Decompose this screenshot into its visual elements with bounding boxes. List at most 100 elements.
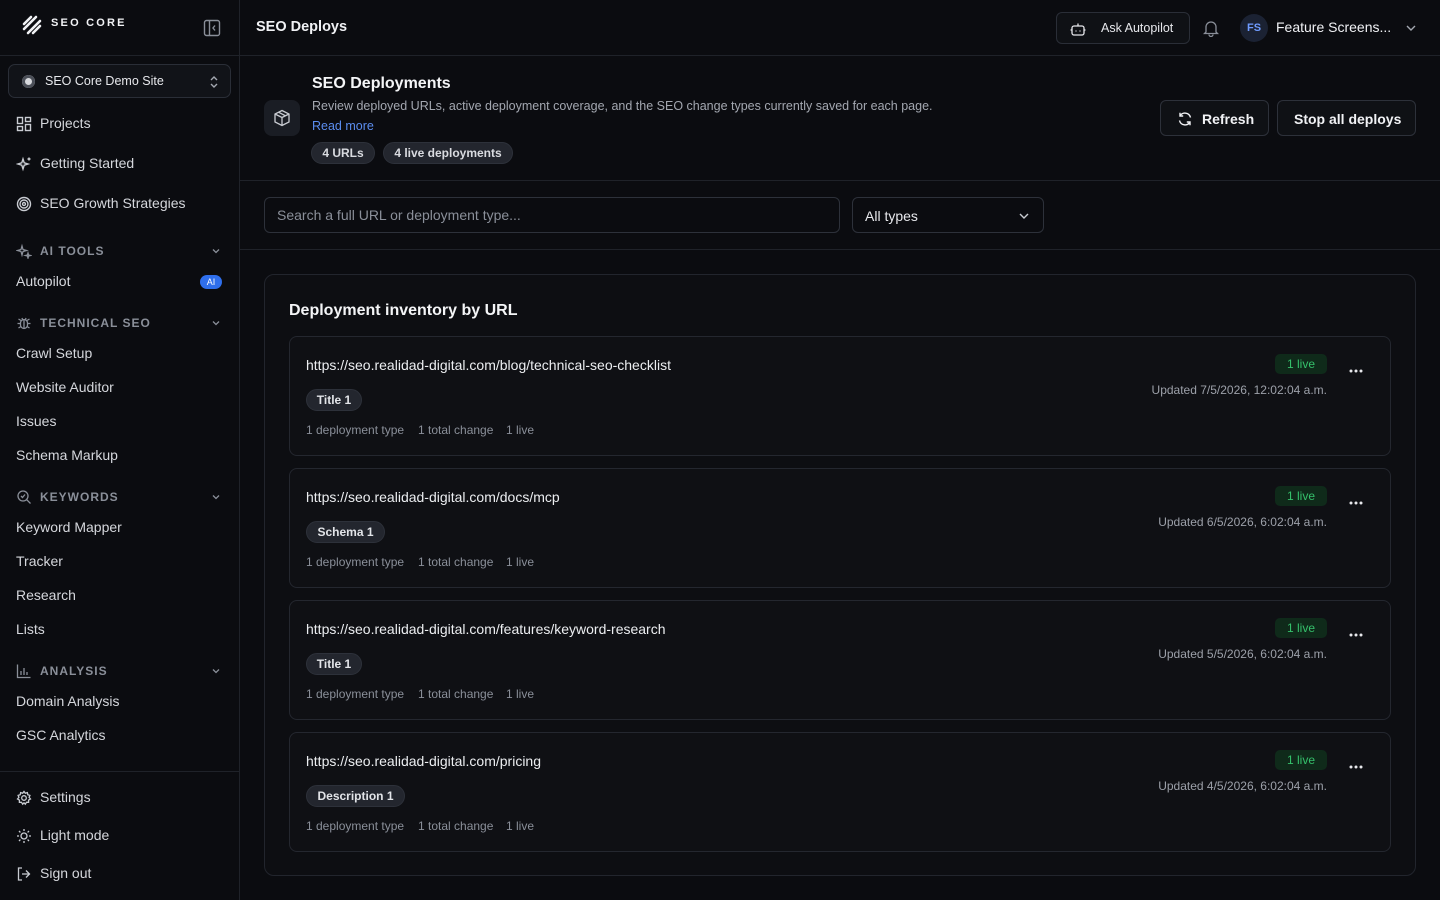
site-selector[interactable]: SEO Core Demo Site <box>8 64 231 98</box>
package-glyph <box>274 109 290 127</box>
search-field[interactable] <box>264 197 840 233</box>
section-technical-seo[interactable]: TECHNICAL SEO <box>0 312 239 334</box>
live-status-badge: 1 live <box>1275 354 1327 374</box>
filter-bar: All types <box>240 181 1440 250</box>
deployment-row[interactable]: https://seo.realidad-digital.com/pricing… <box>289 732 1391 852</box>
updated-timestamp: Updated 7/5/2026, 12:02:04 a.m. <box>1151 383 1327 397</box>
more-options-icon[interactable] <box>1342 494 1370 512</box>
stop-all-deploys-button[interactable]: Stop all deploys <box>1277 100 1416 136</box>
type-filter-value: All types <box>865 208 918 224</box>
sidebar-item-keyword-mapper[interactable]: Keyword Mapper <box>0 511 239 545</box>
chevron-down-icon <box>212 249 220 254</box>
live-status-badge: 1 live <box>1275 486 1327 506</box>
sidebar-item-autopilot[interactable]: Autopilot AI <box>0 265 239 299</box>
search-input[interactable] <box>265 198 839 232</box>
sidebar-item-label: Tracker <box>16 553 63 569</box>
page-title: SEO Deploys <box>256 19 348 35</box>
section-title: KEYWORDS <box>40 490 119 504</box>
package-icon <box>264 100 300 136</box>
deployment-row[interactable]: https://seo.realidad-digital.com/feature… <box>289 600 1391 720</box>
type-filter-select[interactable]: All types <box>852 197 1044 233</box>
deployment-url[interactable]: https://seo.realidad-digital.com/blog/te… <box>306 357 671 373</box>
live-deployments-pill: 4 live deployments <box>383 142 513 164</box>
deployment-type-count: 1 deployment type <box>306 555 405 569</box>
refresh-button[interactable]: Refresh <box>1160 100 1269 136</box>
section-ai-tools[interactable]: AI TOOLS <box>0 240 239 262</box>
site-selector-value: SEO Core Demo Site <box>45 74 164 88</box>
live-count: 1 live <box>506 687 535 701</box>
sidebar-item-label: Crawl Setup <box>16 345 93 361</box>
deployment-type-tag: Title 1 <box>306 653 362 675</box>
sidebar-item-issues[interactable]: Issues <box>0 405 239 439</box>
sidebar-item-domain-analysis[interactable]: Domain Analysis <box>0 685 239 719</box>
updated-timestamp: Updated 5/5/2026, 6:02:04 a.m. <box>1158 647 1327 661</box>
refresh-icon <box>1178 112 1192 126</box>
chevron-up-down-icon <box>210 76 218 88</box>
sidebar-item-label: SEO Growth Strategies <box>40 195 186 211</box>
brand-name: SEO CORE <box>51 17 127 29</box>
deployment-inventory: Deployment inventory by URL https://seo.… <box>264 274 1416 876</box>
updated-timestamp: Updated 6/5/2026, 6:02:04 a.m. <box>1158 515 1327 529</box>
more-options-icon[interactable] <box>1342 758 1370 776</box>
more-options-icon[interactable] <box>1342 362 1370 380</box>
deployment-row[interactable]: https://seo.realidad-digital.com/blog/te… <box>289 336 1391 456</box>
ai-badge: AI <box>200 275 222 289</box>
robot-icon <box>1070 23 1086 36</box>
more-options-icon[interactable] <box>1342 626 1370 644</box>
header-description: Review deployed URLs, active deployment … <box>312 99 933 113</box>
live-status-badge: 1 live <box>1275 750 1327 770</box>
deployment-type-count: 1 deployment type <box>306 819 405 833</box>
grid-icon <box>16 116 32 132</box>
sidebar-item-gsc-analytics[interactable]: GSC Analytics <box>0 719 239 753</box>
user-name[interactable]: Feature Screens... <box>1276 19 1391 35</box>
sidebar-item-crawl-setup[interactable]: Crawl Setup <box>0 337 239 371</box>
brand: SEO CORE <box>0 0 239 56</box>
top-bar: SEO Deploys Ask Autopilot FS Feature Scr… <box>240 0 1440 56</box>
live-count: 1 live <box>506 423 535 437</box>
sidebar-item-sign-out[interactable]: Sign out <box>0 857 239 891</box>
sidebar-item-label: Issues <box>16 413 57 429</box>
search-icon <box>17 490 31 504</box>
ask-autopilot-button[interactable]: Ask Autopilot <box>1056 12 1190 44</box>
deployment-type-tag: Description 1 <box>306 785 405 807</box>
sidebar-item-label: Lists <box>16 621 45 637</box>
target-icon <box>16 196 32 212</box>
sidebar-item-website-auditor[interactable]: Website Auditor <box>0 371 239 405</box>
gear-icon <box>16 790 32 806</box>
section-title: TECHNICAL SEO <box>40 316 151 330</box>
read-more-link[interactable]: Read more <box>312 119 374 133</box>
updated-timestamp: Updated 4/5/2026, 6:02:04 a.m. <box>1158 779 1327 793</box>
total-change-count: 1 total change <box>418 687 494 701</box>
deployment-type-count: 1 deployment type <box>306 423 405 437</box>
total-change-count: 1 total change <box>418 819 494 833</box>
avatar[interactable]: FS <box>1240 14 1268 42</box>
sidebar-item-settings[interactable]: Settings <box>0 781 239 815</box>
sidebar-item-label: Autopilot <box>16 273 71 289</box>
sidebar-item-label: Keyword Mapper <box>16 519 122 535</box>
deployment-row[interactable]: https://seo.realidad-digital.com/docs/mc… <box>289 468 1391 588</box>
section-keywords[interactable]: KEYWORDS <box>0 486 239 508</box>
section-analysis[interactable]: ANALYSIS <box>0 660 239 682</box>
collapse-sidebar-icon[interactable] <box>203 19 221 37</box>
sidebar-item-research[interactable]: Research <box>0 579 239 613</box>
sidebar: SEO CORE SEO Core Demo Site Projects Get… <box>0 0 240 900</box>
deployment-type-tag: Title 1 <box>306 389 362 411</box>
sidebar-item-seo-growth-strategies[interactable]: SEO Growth Strategies <box>0 187 239 221</box>
sidebar-item-label: Website Auditor <box>16 379 114 395</box>
sidebar-item-label: Getting Started <box>40 155 135 171</box>
bell-icon[interactable] <box>1203 19 1219 37</box>
sidebar-item-getting-started[interactable]: Getting Started <box>0 147 239 181</box>
chevron-down-icon[interactable] <box>1405 23 1417 33</box>
sidebar-item-label: Domain Analysis <box>16 693 120 709</box>
chevron-down-icon <box>1019 213 1029 219</box>
sign-out-icon <box>17 867 31 881</box>
deployment-url[interactable]: https://seo.realidad-digital.com/docs/mc… <box>306 489 560 505</box>
site-favicon-icon <box>22 75 35 88</box>
sidebar-item-projects[interactable]: Projects <box>0 107 239 141</box>
deployment-url[interactable]: https://seo.realidad-digital.com/pricing <box>306 753 541 769</box>
sidebar-item-light-mode[interactable]: Light mode <box>0 819 239 853</box>
deployment-url[interactable]: https://seo.realidad-digital.com/feature… <box>306 621 666 637</box>
sidebar-item-lists[interactable]: Lists <box>0 613 239 647</box>
sidebar-item-schema-markup[interactable]: Schema Markup <box>0 439 239 473</box>
sidebar-item-tracker[interactable]: Tracker <box>0 545 239 579</box>
